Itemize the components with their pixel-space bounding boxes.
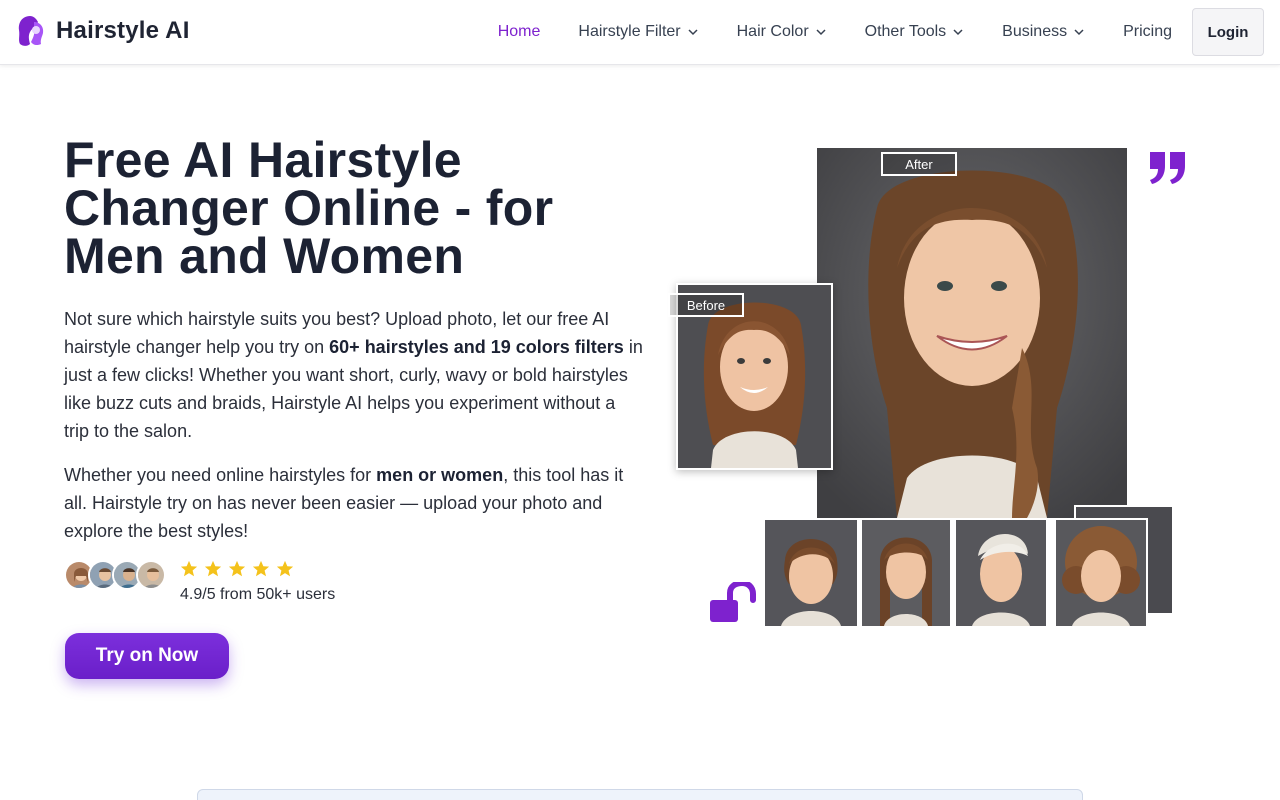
chevron-down-icon — [1074, 29, 1084, 36]
nav-home-label: Home — [497, 23, 541, 40]
hero-description-secondary: Whether you need online hairstyles for m… — [64, 461, 644, 545]
nav-hairstyle-filter[interactable]: Hairstyle Filter — [578, 23, 698, 41]
thumbnail-short-pixie[interactable] — [763, 518, 859, 628]
after-photo — [817, 148, 1127, 518]
chevron-down-icon — [816, 29, 826, 36]
thumbnail-braids[interactable] — [860, 518, 952, 628]
main-nav: Home Hairstyle Filter Hair Color Other T… — [498, 8, 1264, 56]
nav-other-tools[interactable]: Other Tools — [865, 23, 965, 41]
brand-name: Hairstyle AI — [56, 17, 190, 44]
star-rating — [180, 558, 335, 580]
nav-hair-color-label: Hair Color — [736, 23, 809, 40]
star-icon — [252, 560, 270, 577]
quote-icon — [1150, 152, 1185, 184]
nav-pricing[interactable]: Pricing — [1123, 23, 1172, 41]
rating-text: 4.9/5 from 50k+ users — [180, 586, 336, 603]
chevron-down-icon — [688, 29, 698, 36]
thumbnail-platinum-undercut[interactable] — [954, 518, 1048, 628]
before-after-showcase: After Before — [660, 140, 1220, 640]
rating-summary: 4.9/5 from 50k+ users — [180, 558, 335, 604]
nav-hair-color[interactable]: Hair Color — [737, 23, 827, 41]
unlock-icon — [710, 582, 756, 622]
thumbnail-curly-bob[interactable] — [1054, 518, 1148, 628]
hero-description: Not sure which hairstyle suits you best?… — [64, 305, 644, 445]
woman-profile-logo-icon — [18, 16, 44, 46]
nav-business-label: Business — [1002, 23, 1068, 40]
star-icon — [276, 560, 294, 577]
nav-pricing-label: Pricing — [1123, 23, 1172, 40]
nav-business[interactable]: Business — [1002, 23, 1085, 41]
star-icon — [228, 560, 246, 577]
user-rating: 4.9/5 from 50k+ users — [64, 558, 335, 604]
after-label: After — [881, 152, 957, 176]
nav-hairstyle-filter-label: Hairstyle Filter — [578, 23, 681, 40]
before-label: Before — [668, 293, 744, 317]
hero-description-highlight: 60+ hairstyles and 19 colors filters — [329, 337, 624, 357]
hero-secondary-highlight: men or women — [376, 465, 504, 485]
nav-other-tools-label: Other Tools — [864, 23, 947, 40]
tool-panel-preview — [197, 789, 1083, 800]
try-on-now-button[interactable]: Try on Now — [65, 633, 229, 679]
hero-secondary-text-1: Whether you need online hairstyles for — [64, 465, 377, 485]
star-icon — [204, 560, 222, 577]
user-avatars — [64, 560, 166, 590]
page-title: Free AI Hairstyle Changer Online - for M… — [64, 132, 554, 284]
star-icon — [180, 560, 198, 577]
login-button[interactable]: Login — [1192, 8, 1264, 56]
site-header: Hairstyle AI Home Hairstyle Filter Hair … — [0, 0, 1280, 65]
avatar — [136, 560, 166, 590]
nav-home[interactable]: Home — [498, 23, 541, 41]
brand-logo[interactable]: Hairstyle AI — [16, 14, 190, 48]
chevron-down-icon — [953, 29, 963, 36]
